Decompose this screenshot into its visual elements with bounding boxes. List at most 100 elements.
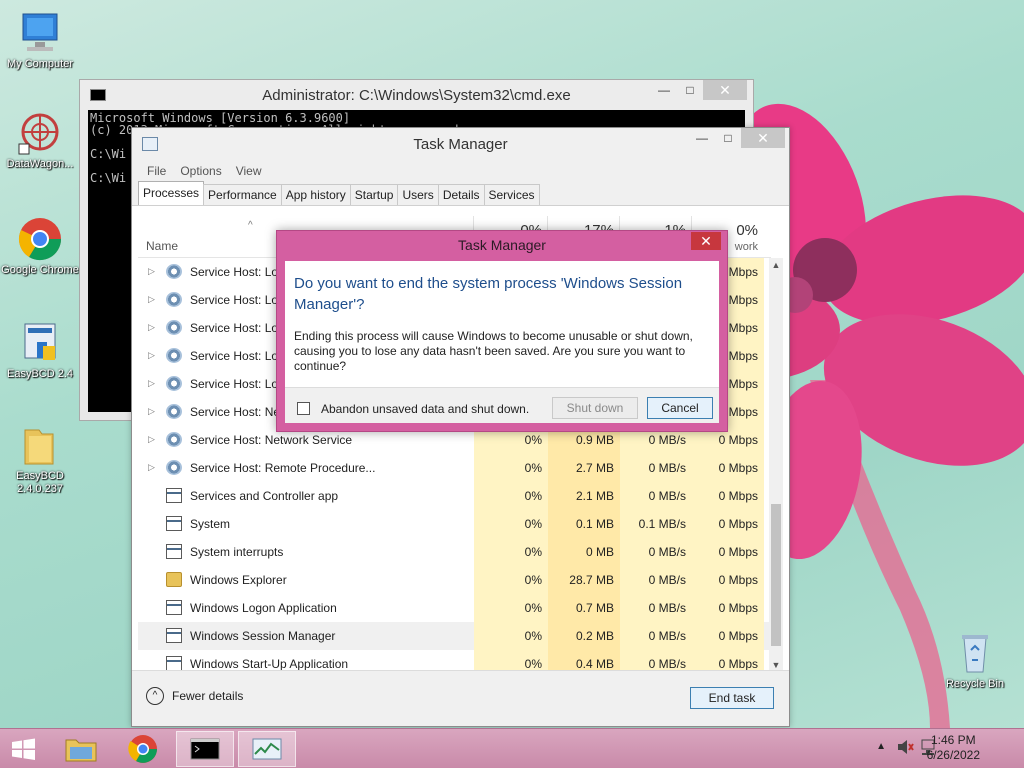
menu-bar: File Options View <box>132 160 789 182</box>
expand-chevron-icon[interactable]: ▷ <box>148 434 155 445</box>
process-disk: 0 MB/s <box>620 566 692 594</box>
task-manager-titlebar[interactable]: Task Manager — □ ✕ <box>132 128 789 160</box>
process-mem: 0.1 MB <box>548 510 620 538</box>
process-mem: 0.4 MB <box>548 650 620 672</box>
scrollbar-thumb[interactable] <box>771 504 781 646</box>
taskbar-explorer[interactable] <box>52 731 110 767</box>
process-disk: 0 MB/s <box>620 538 692 566</box>
explorer-folder-icon <box>166 572 182 587</box>
process-net: 0 Mbps <box>692 650 764 672</box>
process-net: 0 Mbps <box>692 566 764 594</box>
process-disk: 0.1 MB/s <box>620 510 692 538</box>
app-window-icon <box>166 600 182 615</box>
desktop-icon-easybcd-folder[interactable]: EasyBCD 2.4.0.237 <box>0 422 80 496</box>
taskbar-chrome[interactable] <box>114 731 172 767</box>
process-cpu: 0% <box>474 510 548 538</box>
minimize-button[interactable]: — <box>651 80 677 100</box>
table-row[interactable]: Windows Session Manager 0% 0.2 MB 0 MB/s 0 M… <box>138 622 771 650</box>
maximize-button[interactable]: □ <box>677 80 703 100</box>
expand-chevron-icon[interactable]: ▷ <box>148 266 155 277</box>
desktop-icon-google-chrome[interactable]: Google Chrome <box>0 216 80 277</box>
service-gear-icon <box>166 320 182 335</box>
abandon-data-checkbox[interactable] <box>297 402 310 415</box>
tab-users[interactable]: Users <box>397 184 439 205</box>
process-name: System interrupts <box>190 545 284 559</box>
taskbar-cmd[interactable] <box>176 731 234 767</box>
expand-chevron-icon[interactable]: ▷ <box>148 378 155 389</box>
scroll-up-icon[interactable]: ▲ <box>769 260 783 270</box>
menu-view[interactable]: View <box>229 160 269 182</box>
cancel-button[interactable]: Cancel <box>647 397 713 419</box>
cmd-titlebar[interactable]: Administrator: C:\Windows\System32\cmd.e… <box>80 80 753 110</box>
tab-details[interactable]: Details <box>437 184 485 205</box>
desktop-icon-label: EasyBCD 2.4.0.237 <box>16 470 64 495</box>
process-mem: 0 MB <box>548 538 620 566</box>
desktop-icon-label: DataWagon... <box>6 158 74 170</box>
desktop-icon-recycle-bin[interactable]: Recycle Bin <box>935 630 1015 691</box>
table-row[interactable]: Windows Logon Application 0% 0.7 MB 0 MB/s 0… <box>138 594 771 622</box>
tab-processes[interactable]: Processes <box>138 181 205 205</box>
table-row[interactable]: Windows Explorer 0% 28.7 MB 0 MB/s 0 Mbps <box>138 566 771 594</box>
process-mem: 0.7 MB <box>548 594 620 622</box>
process-mem: 0.2 MB <box>548 622 620 650</box>
expand-chevron-icon[interactable]: ▷ <box>148 350 155 361</box>
end-task-button[interactable]: End task <box>690 687 774 709</box>
service-gear-icon <box>166 404 182 419</box>
desktop-icon-datawagon[interactable]: DataWagon... <box>0 110 80 171</box>
service-gear-icon <box>166 460 182 475</box>
task-manager-icon <box>252 738 282 760</box>
vertical-scrollbar[interactable]: ▲ ▼ <box>769 258 783 672</box>
cmd-icon <box>190 738 220 760</box>
desktop-icon-my-computer[interactable]: My Computer <box>0 10 80 71</box>
table-row[interactable]: Services and Controller app 0% 2.1 MB 0 MB/… <box>138 482 771 510</box>
process-mem: 28.7 MB <box>548 566 620 594</box>
process-disk: 0 MB/s <box>620 454 692 482</box>
tab-services[interactable]: Services <box>483 184 540 205</box>
process-net: 0 Mbps <box>692 594 764 622</box>
menu-file[interactable]: File <box>140 160 173 182</box>
desktop-icon-label: Recycle Bin <box>945 678 1005 690</box>
file-explorer-icon <box>65 739 97 762</box>
desktop-icon-easybcd[interactable]: EasyBCD 2.4 <box>0 320 80 381</box>
process-net: 0 Mbps <box>692 622 764 650</box>
expand-chevron-icon[interactable]: ▷ <box>148 294 155 305</box>
table-row[interactable]: Windows Start-Up Application 0% 0.4 MB 0 MB… <box>138 650 771 672</box>
end-process-dialog[interactable]: Task Manager ✕ Do you want to end the sy… <box>276 230 728 432</box>
minimize-button[interactable]: — <box>689 128 715 148</box>
process-cpu: 0% <box>474 650 548 672</box>
tab-bar: Processes Performance App history Startu… <box>132 181 789 206</box>
expand-chevron-icon[interactable]: ▷ <box>148 406 155 417</box>
shutdown-button[interactable]: Shut down <box>552 397 638 419</box>
service-gear-icon <box>166 292 182 307</box>
close-button[interactable]: ✕ <box>741 128 785 148</box>
tab-performance[interactable]: Performance <box>203 184 282 205</box>
scroll-down-icon[interactable]: ▼ <box>769 660 783 670</box>
dialog-question: Do you want to end the system process 'W… <box>294 275 683 313</box>
start-button[interactable] <box>0 731 48 767</box>
close-button[interactable]: ✕ <box>703 80 747 100</box>
desktop-icon-label: Google Chrome <box>1 264 79 276</box>
column-name[interactable]: Name <box>146 239 178 253</box>
service-gear-icon <box>166 376 182 391</box>
menu-options[interactable]: Options <box>173 160 228 182</box>
expand-chevron-icon[interactable]: ▷ <box>148 322 155 333</box>
table-row[interactable]: System interrupts 0% 0 MB 0 MB/s 0 Mbps <box>138 538 771 566</box>
table-row[interactable]: ▷ Service Host: Remote Procedure... 0% 2.7 … <box>138 454 771 482</box>
tab-app-history[interactable]: App history <box>280 184 351 205</box>
fewer-details-button[interactable]: ^ Fewer details <box>146 687 243 705</box>
taskbar-task-manager[interactable] <box>238 731 296 767</box>
process-name: Windows Explorer <box>190 573 287 587</box>
dialog-close-button[interactable]: ✕ <box>691 232 721 250</box>
process-cpu: 0% <box>474 566 548 594</box>
volume-muted-icon[interactable] <box>896 737 914 760</box>
table-row[interactable]: System 0% 0.1 MB 0.1 MB/s 0 Mbps <box>138 510 771 538</box>
expand-chevron-icon[interactable]: ▷ <box>148 462 155 473</box>
process-net: 0 Mbps <box>692 482 764 510</box>
process-mem: 2.1 MB <box>548 482 620 510</box>
abandon-data-label[interactable]: Abandon unsaved data and shut down. <box>321 402 529 416</box>
app-window-icon <box>166 516 182 531</box>
tab-startup[interactable]: Startup <box>349 184 399 205</box>
show-hidden-icons[interactable]: ▲ <box>876 741 886 752</box>
maximize-button[interactable]: □ <box>715 128 741 148</box>
system-clock[interactable]: 1:46 PM 6/26/2022 <box>927 733 980 763</box>
